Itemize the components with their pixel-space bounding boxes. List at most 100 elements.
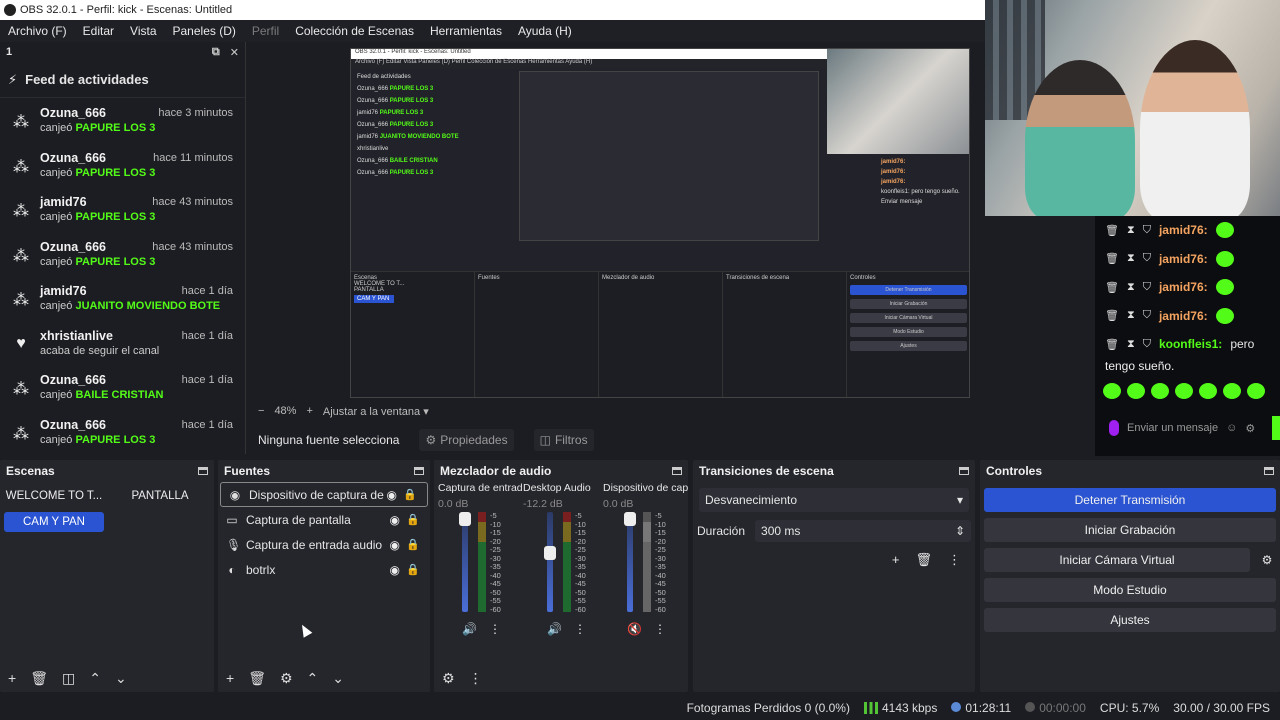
float-icon[interactable]	[959, 467, 969, 475]
emote-icon[interactable]	[1127, 382, 1145, 399]
menu-edit[interactable]: Editar	[75, 24, 122, 38]
settings-icon[interactable]: ⚙	[1245, 422, 1255, 435]
trash-icon[interactable]: 🗑	[1105, 252, 1119, 265]
timeout-icon[interactable]: ⧗	[1127, 338, 1135, 351]
gear-icon[interactable]: ⚙	[1254, 548, 1280, 572]
lock-icon[interactable]: 🔒	[406, 538, 420, 551]
lock-icon[interactable]: 🔒	[406, 513, 420, 526]
program-preview[interactable]: OBS 32.0.1 - Perfil: kick - Escenas: Unt…	[248, 42, 985, 402]
trash-icon[interactable]: 🗑	[30, 670, 48, 687]
float-icon[interactable]	[672, 467, 682, 475]
volume-slider-handle[interactable]	[544, 546, 556, 561]
scene-welcome[interactable]: WELCOME TO T...	[4, 486, 104, 506]
emote-icon[interactable]	[1223, 382, 1241, 399]
volume-slider[interactable]	[462, 512, 468, 612]
float-icon[interactable]: ⧉	[212, 46, 220, 59]
emote-icon[interactable]	[1247, 382, 1265, 399]
more-icon[interactable]: ⋮	[654, 622, 666, 636]
zoom-out-button[interactable]: −	[258, 405, 264, 417]
emoji-icon[interactable]: ☺	[1226, 422, 1237, 434]
source-item[interactable]: ◉ Dispositivo de captura de v ◉ 🔒	[220, 482, 428, 507]
add-icon[interactable]: +	[226, 670, 234, 686]
eye-icon[interactable]: ◉	[390, 563, 400, 577]
zoom-in-button[interactable]: +	[306, 405, 312, 417]
source-item[interactable]: ▭ Captura de pantalla ◉ 🔒	[218, 507, 430, 532]
timeout-icon[interactable]: ⧗	[1127, 224, 1135, 237]
volume-slider-handle[interactable]	[624, 512, 636, 526]
add-icon[interactable]: +	[8, 670, 16, 686]
menu-tools[interactable]: Herramientas	[422, 24, 510, 38]
source-item[interactable]: ◐ botrlx ◉ 🔒	[218, 557, 430, 582]
trash-icon[interactable]: 🗑	[1105, 224, 1119, 237]
eye-icon[interactable]: ◉	[387, 488, 397, 502]
volume-slider[interactable]	[547, 512, 553, 612]
chat-username[interactable]: jamid76:	[1159, 252, 1208, 266]
scene-cam-y-pan[interactable]: CAM Y PAN	[4, 512, 104, 532]
lock-icon[interactable]: 🔒	[403, 488, 417, 501]
speaker-icon[interactable]: 🔊	[547, 622, 562, 636]
chat-username[interactable]: jamid76:	[1159, 223, 1208, 237]
trash-icon[interactable]: 🗑	[1105, 281, 1119, 294]
chevron-up-icon[interactable]: ⌃	[89, 670, 101, 687]
timeout-icon[interactable]: ⧗	[1127, 281, 1135, 294]
timeout-icon[interactable]: ⧗	[1127, 309, 1135, 322]
studio-mode-button[interactable]: Modo Estudio	[984, 578, 1276, 602]
add-icon[interactable]: +	[892, 552, 900, 568]
scene-pantalla[interactable]: PANTALLA	[110, 486, 210, 506]
chevron-down-icon[interactable]: ⌄	[332, 670, 344, 687]
lock-icon[interactable]: 🔒	[406, 563, 420, 576]
menu-profile[interactable]: Perfil	[244, 24, 287, 38]
trash-icon[interactable]: 🗑	[1105, 309, 1119, 322]
speaker-icon[interactable]: 🔊	[462, 622, 477, 636]
spin-arrows-icon[interactable]: ⇕	[955, 524, 965, 538]
emote-icon[interactable]	[1175, 382, 1193, 399]
close-icon[interactable]: ✕	[230, 46, 239, 59]
menu-view[interactable]: Vista	[122, 24, 164, 38]
float-icon[interactable]	[414, 467, 424, 475]
chevron-up-icon[interactable]: ⌃	[307, 670, 319, 687]
menu-scene-collection[interactable]: Colección de Escenas	[287, 24, 422, 38]
stream-status-icon	[951, 702, 962, 712]
trash-icon[interactable]: 🗑	[248, 670, 266, 687]
start-recording-button[interactable]: Iniciar Grabación	[984, 518, 1276, 542]
muted-speaker-icon[interactable]: 🔇	[627, 622, 642, 636]
chat-username[interactable]: jamid76:	[1159, 309, 1208, 323]
eye-icon[interactable]: ◉	[390, 513, 400, 527]
more-icon[interactable]: ⋮	[469, 670, 483, 687]
volume-slider-handle[interactable]	[459, 512, 471, 526]
emote-icon[interactable]	[1103, 382, 1121, 399]
emote-icon[interactable]	[1151, 382, 1169, 399]
filters-button[interactable]: ◫ Filtros	[533, 429, 594, 451]
stop-streaming-button[interactable]: Detener Transmisión	[984, 488, 1276, 512]
start-virtual-camera-button[interactable]: Iniciar Cámara Virtual	[984, 548, 1250, 572]
timeout-icon[interactable]: ⧗	[1127, 252, 1135, 265]
properties-button[interactable]: ⚙ Propiedades	[419, 429, 514, 451]
chat-username[interactable]: koonfleis1:	[1159, 337, 1222, 351]
chat-username[interactable]: jamid76:	[1159, 280, 1208, 294]
eye-icon[interactable]: ◉	[390, 538, 400, 552]
trash-icon[interactable]: 🗑	[1105, 338, 1119, 351]
more-icon[interactable]: ⋮	[489, 622, 501, 636]
gear-icon[interactable]: ⚙	[280, 670, 293, 687]
float-icon[interactable]	[1264, 467, 1274, 475]
send-button[interactable]	[1272, 416, 1280, 440]
menu-help[interactable]: Ayuda (H)	[510, 24, 580, 38]
filter-icon[interactable]: ◫	[62, 670, 75, 687]
source-item[interactable]: 🎙 Captura de entrada audio ◉ 🔒	[218, 532, 430, 557]
mixer-settings-icon[interactable]: ⚙	[442, 670, 455, 687]
menu-file[interactable]: Archivo (F)	[0, 24, 75, 38]
fit-to-window-dropdown[interactable]: Ajustar a la ventana ▾	[323, 405, 429, 418]
duration-spinbox[interactable]: 300 ms ⇕	[755, 520, 971, 542]
chevron-down-icon[interactable]: ⌄	[115, 670, 127, 687]
chat-input[interactable]: Enviar un mensaje	[1127, 422, 1218, 434]
emote-icon[interactable]	[1199, 382, 1217, 399]
more-icon[interactable]: ⋮	[948, 552, 961, 568]
trash-icon[interactable]: 🗑	[915, 552, 932, 568]
microphone-icon[interactable]	[1109, 420, 1119, 436]
more-icon[interactable]: ⋮	[574, 622, 586, 636]
settings-button[interactable]: Ajustes	[984, 608, 1276, 632]
menu-docks[interactable]: Paneles (D)	[165, 24, 244, 38]
float-icon[interactable]	[198, 467, 208, 475]
transition-select[interactable]: Desvanecimiento ▾	[699, 488, 969, 512]
volume-slider[interactable]	[627, 512, 633, 612]
